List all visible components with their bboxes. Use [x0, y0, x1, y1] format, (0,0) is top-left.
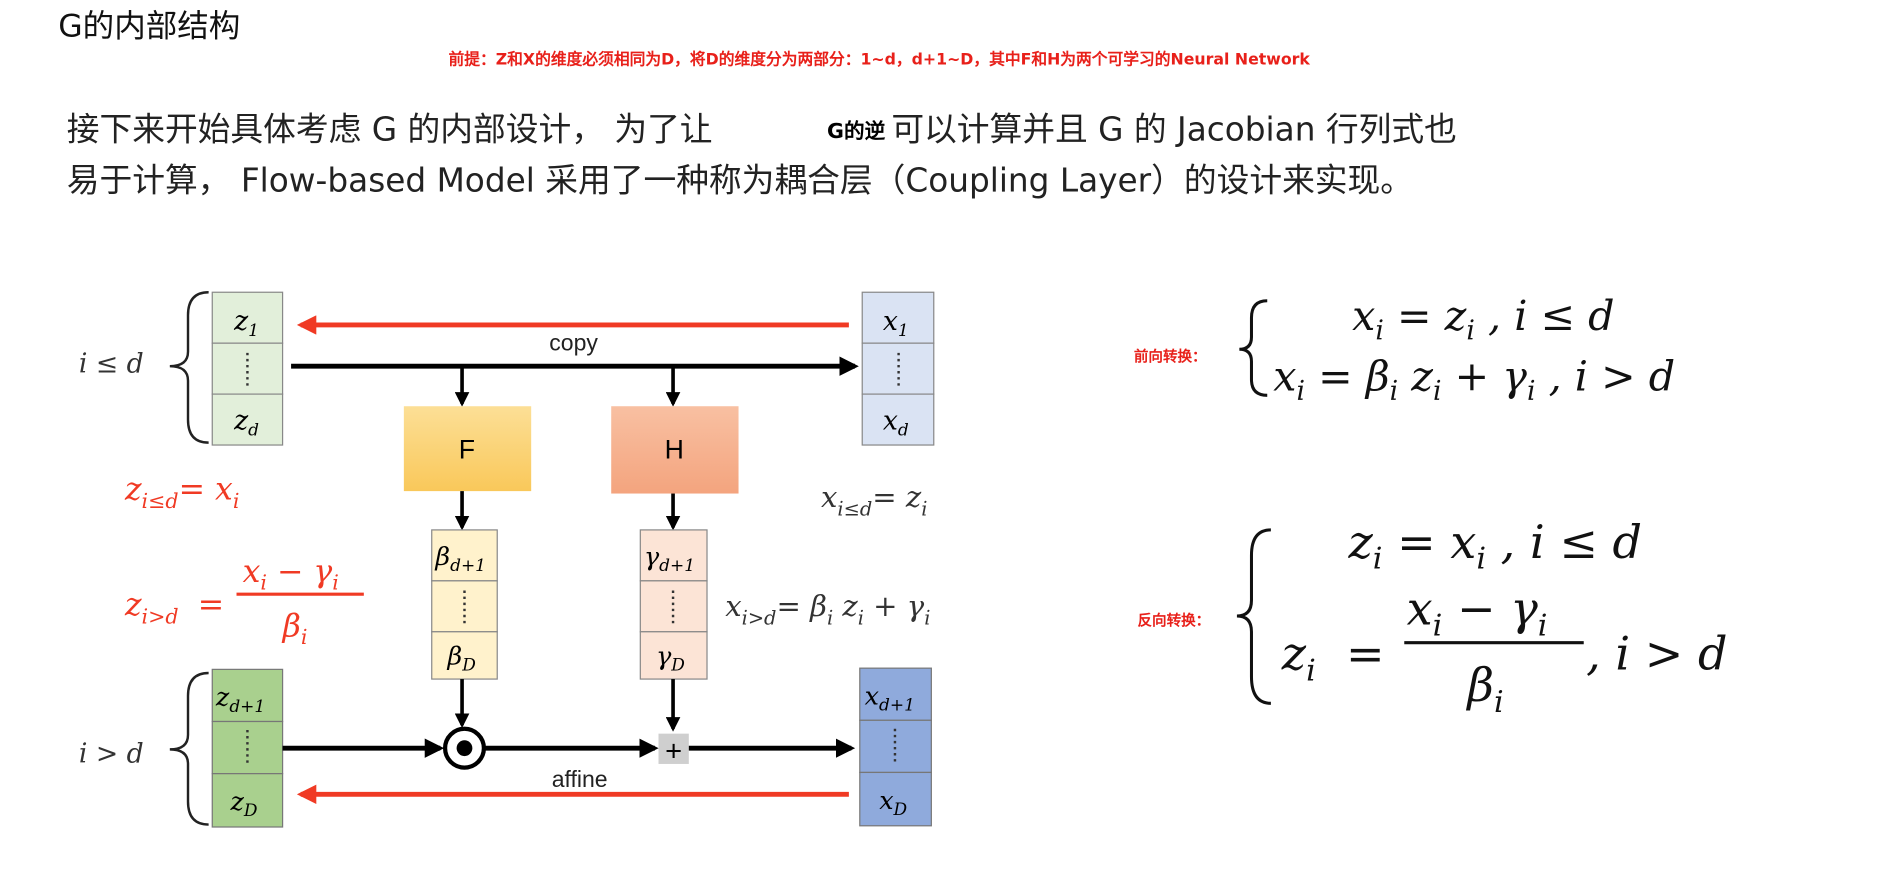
beta-vector: βd+1 βD: [431, 529, 498, 680]
svg-text:, i > d: , i > d: [1586, 626, 1727, 680]
svg-text:βi: βi: [1465, 658, 1503, 720]
svg-text:=: =: [198, 587, 224, 623]
inverse-label: 反向转换：: [1137, 612, 1210, 630]
svg-text:zi: zi: [1281, 626, 1316, 688]
x-bottom-vector: xd+1 xD: [859, 667, 932, 827]
svg-text:=: =: [1346, 626, 1385, 680]
affine-label: affine: [552, 766, 608, 792]
paragraph-line1-a: 接下来开始具体考虑 G 的内部设计， 为了让: [67, 111, 713, 149]
paragraph-line2: 易于计算， Flow-based Model 采用了一种称为耦合层（Coupli…: [67, 162, 1413, 200]
svg-text:βi: βi: [282, 609, 308, 649]
premise-note: 前提：Z和X的维度必须相同为D，将D的维度分为两部分：1~d，d+1~D，其中F…: [449, 49, 1311, 68]
forward-eq-2: xi = βi zi + γi , i > d: [1273, 352, 1675, 407]
inverse-transform: 反向转换： zi = xi , i ≤ d zi = xi − γi βi , …: [1137, 515, 1727, 720]
brace-forward: [1239, 299, 1268, 397]
svg-text:xi − γi: xi − γi: [1407, 581, 1548, 643]
page-title: G的内部结构: [58, 8, 240, 44]
forward-eq-1: xi = zi , i ≤ d: [1352, 292, 1614, 347]
brace-bottom: [169, 671, 209, 826]
forward-transform: 前向转换： xi = zi , i ≤ d xi = βi zi + γi , …: [1134, 292, 1675, 407]
label-i-gt-d: i > d: [79, 739, 144, 770]
eq-forward-copy: xi≤d= zi: [821, 480, 927, 520]
copy-label: copy: [549, 329, 598, 355]
label-i-le-d: i ≤ d: [79, 348, 144, 379]
slide: G的内部结构 前提：Z和X的维度必须相同为D，将D的维度分为两部分：1~d，d+…: [58, 8, 1728, 828]
network-F-label: F: [459, 434, 475, 464]
overlay-annotation: G的逆: [827, 119, 886, 143]
svg-text:zi>d: zi>d: [124, 587, 179, 628]
brace-inverse: [1236, 528, 1271, 705]
coupling-layer-diagram: i ≤ d i > d z1 zd x1 xd copy F H βd+1 βD…: [79, 291, 935, 828]
paragraph-line1-b: 可以计算并且 G 的 Jacobian 行列式也: [891, 111, 1456, 149]
brace-top: [169, 291, 209, 444]
inverse-eq-1: zi = xi , i ≤ d: [1347, 515, 1642, 577]
plus-icon: +: [665, 735, 682, 767]
z-bottom-vector: zd+1 zD: [211, 668, 284, 828]
z-top-vector: z1 zd: [211, 291, 284, 446]
gamma-vector: γd+1 γD: [639, 529, 708, 680]
eq-inverse-copy: zi≤d= xi: [124, 472, 239, 513]
forward-label: 前向转换：: [1134, 347, 1207, 365]
eq-forward-affine: xi>d= βi zi + γi: [725, 589, 930, 629]
network-H-label: H: [665, 434, 684, 464]
x-top-vector: x1 xd: [861, 291, 935, 446]
svg-text:xi − γi: xi − γi: [243, 554, 339, 594]
eq-inverse-affine: zi>d = xi − γi βi: [124, 554, 364, 649]
